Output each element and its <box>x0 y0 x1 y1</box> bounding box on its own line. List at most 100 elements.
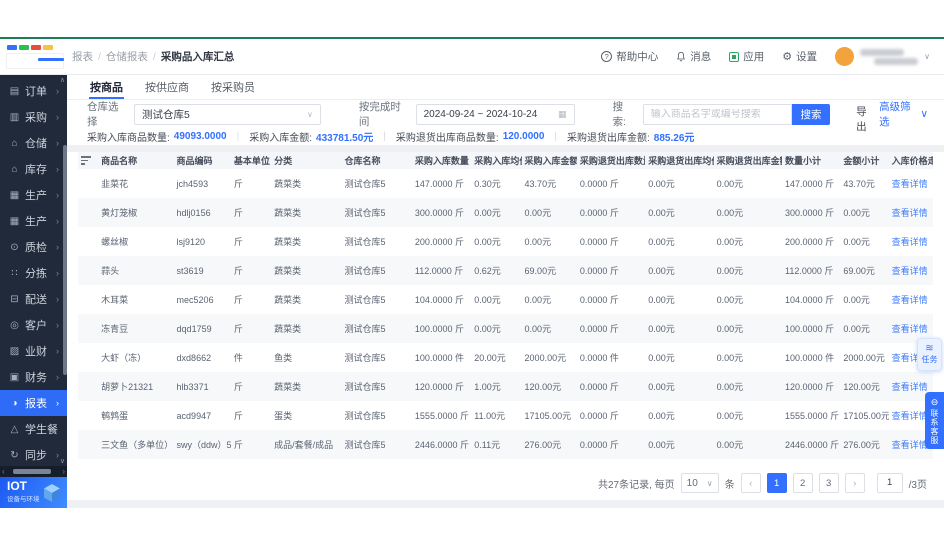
sidebar-horizontal-scrollbar[interactable]: ‹ › <box>0 466 67 477</box>
user-menu[interactable]: ∨ <box>835 47 930 66</box>
table-cell: 斤 <box>231 314 271 343</box>
row-indent-cell <box>78 256 98 285</box>
view-details-link[interactable]: 查看详情 <box>892 179 928 189</box>
sidebar-item-delivery[interactable]: ⊟配送› <box>0 286 67 312</box>
iot-banner[interactable]: IOT 设备与环境 <box>0 477 67 508</box>
sidebar-item-label: 业财 <box>25 343 47 359</box>
table-row: 冻青豆dqd1759斤蔬菜类测试仓库5100.0000 斤0.00元0.00元0… <box>78 314 933 343</box>
settings-button[interactable]: ⚙ 设置 <box>782 49 817 64</box>
table-cell: 测试仓库5 <box>342 401 412 430</box>
chevron-down-icon: ∨ <box>707 479 713 488</box>
table-cell: 0.00元 <box>522 227 577 256</box>
tab-3[interactable]: 按采购员 <box>200 75 266 99</box>
page-size-select[interactable]: 10 ∨ <box>681 473 719 493</box>
page-jump-input[interactable]: 1 <box>877 473 903 493</box>
table-body: 韭菜花jch4593斤蔬菜类测试仓库5147.0000 斤0.30元43.70元… <box>78 169 933 459</box>
logo-bars <box>7 45 53 50</box>
export-button[interactable]: 导出 <box>852 104 872 125</box>
summary-label: 采购入库金额: <box>249 129 312 144</box>
sidebar-item-label: 分拣 <box>25 265 47 281</box>
view-details-link[interactable]: 查看详情 <box>892 382 928 392</box>
view-details-link[interactable]: 查看详情 <box>892 208 928 218</box>
date-range-value: 2024-09-24 ~ 2024-10-24 <box>424 109 538 120</box>
breadcrumb-item[interactable]: 报表 <box>72 49 93 64</box>
production-icon: ▦ <box>9 190 20 201</box>
view-details-link[interactable]: 查看详情 <box>892 411 928 421</box>
page-button-1[interactable]: 1 <box>767 473 787 493</box>
customer-icon: ◎ <box>9 320 20 331</box>
table-cell: 43.70元 <box>840 169 888 198</box>
view-details-link[interactable]: 查看详情 <box>892 295 928 305</box>
warehouse-select[interactable]: 测试仓库5 ∨ <box>134 104 321 125</box>
sidebar-item-label: 学生餐 <box>25 421 58 437</box>
table-cell: swy（ddw）5980 <box>174 430 231 459</box>
scrollbar-thumb[interactable] <box>13 469 51 474</box>
column-header: 采购退货出库金额 <box>714 152 782 169</box>
tasks-widget-button[interactable]: ≋ 任务 <box>917 338 942 371</box>
table-cell: 0.00元 <box>714 285 782 314</box>
purchase-icon: ▥ <box>9 112 20 123</box>
table-cell: 100.0000 斤 <box>782 314 840 343</box>
advanced-filter-toggle[interactable]: 高级筛选 ∨ <box>879 99 944 129</box>
page-title: 采购品入库汇总 <box>161 49 235 64</box>
column-header: 仓库名称 <box>342 152 412 169</box>
apps-button[interactable]: 应用 <box>729 49 764 64</box>
top-header: 报表 / 仓储报表 / 采购品入库汇总 ? 帮助中心 消息 应用 ⚙ 设置 <box>0 39 944 75</box>
scroll-right-icon[interactable]: › <box>62 466 65 477</box>
table-cell: 蔬菜类 <box>271 198 341 227</box>
sidebar-scroll-up-icon[interactable]: ∧ <box>60 76 65 84</box>
pagination-total-text: 共27条记录, 每页 <box>598 476 675 491</box>
row-indent-cell <box>78 198 98 227</box>
sidebar-item-warehouse[interactable]: ⌂仓储› <box>0 130 67 156</box>
table-cell: dqd1759 <box>174 314 231 343</box>
sidebar-item-sorting[interactable]: ∷分拣› <box>0 260 67 286</box>
gear-icon: ⚙ <box>782 50 792 63</box>
messages-button[interactable]: 消息 <box>676 49 711 64</box>
help-center-button[interactable]: ? 帮助中心 <box>601 49 658 64</box>
sidebar-item-reports[interactable]: ◑报表› <box>0 390 67 416</box>
sidebar-item-student-meal[interactable]: △学生餐 <box>0 416 67 442</box>
sidebar-item-purchase[interactable]: ▥采购› <box>0 104 67 130</box>
apps-label: 应用 <box>743 49 764 64</box>
sidebar-item-production-1[interactable]: ▦生产› <box>0 182 67 208</box>
table-cell: 11.00元 <box>471 401 521 430</box>
sidebar-item-customers[interactable]: ◎客户› <box>0 312 67 338</box>
view-details-link[interactable]: 查看详情 <box>892 237 928 247</box>
tab-2[interactable]: 按供应商 <box>134 75 200 99</box>
table-row: 大虾（冻）dxd8662件鱼类测试仓库5100.0000 件20.00元2000… <box>78 343 933 372</box>
settings-label: 设置 <box>796 49 817 64</box>
view-details-link[interactable]: 查看详情 <box>892 324 928 334</box>
scroll-left-icon[interactable]: ‹ <box>2 466 5 477</box>
row-indent-cell <box>78 372 98 401</box>
date-range-picker[interactable]: 2024-09-24 ~ 2024-10-24 ▦ <box>416 104 575 125</box>
search-button[interactable]: 搜索 <box>792 104 829 125</box>
table-cell: 蒜头 <box>98 256 173 285</box>
table-cell: 104.0000 斤 <box>412 285 471 314</box>
table-cell: acd9947 <box>174 401 231 430</box>
page-button-3[interactable]: 3 <box>819 473 839 493</box>
tab-1[interactable]: 按商品 <box>79 75 134 99</box>
table-cell: 0.00元 <box>522 285 577 314</box>
sidebar-item-inventory[interactable]: ⌂库存› <box>0 156 67 182</box>
table-cell: 200.0000 斤 <box>412 227 471 256</box>
column-header: 金额小计 <box>840 152 888 169</box>
column-filter-icon[interactable] <box>81 154 91 167</box>
table-cell: 0.0000 斤 <box>577 169 645 198</box>
view-details-link[interactable]: 查看详情 <box>892 440 928 450</box>
column-header: 基本单位 <box>231 152 271 169</box>
prev-page-button[interactable]: ‹ <box>741 473 761 493</box>
sidebar-item-finance[interactable]: ▣财务› <box>0 364 67 390</box>
sidebar-item-business-finance[interactable]: ▨业财› <box>0 338 67 364</box>
page-button-2[interactable]: 2 <box>793 473 813 493</box>
sidebar-item-sync[interactable]: ↻同步› <box>0 442 67 466</box>
sidebar-item-quality[interactable]: ⊙质检› <box>0 234 67 260</box>
sidebar-scroll-down-icon[interactable]: ∨ <box>60 457 65 465</box>
view-details-link[interactable]: 查看详情 <box>892 266 928 276</box>
next-page-button[interactable]: › <box>845 473 865 493</box>
contact-service-button[interactable]: ⊖ 联系客服 <box>925 392 944 449</box>
sidebar-item-orders[interactable]: ▤订单› <box>0 78 67 104</box>
sidebar-item-production-2[interactable]: ▦生产› <box>0 208 67 234</box>
search-input[interactable] <box>651 109 785 120</box>
breadcrumb-item[interactable]: 仓储报表 <box>106 49 148 64</box>
table-cell: 0.00元 <box>522 198 577 227</box>
